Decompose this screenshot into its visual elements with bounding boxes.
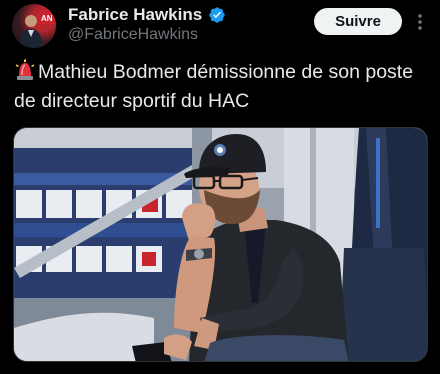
follow-button[interactable]: Suivre <box>314 8 402 35</box>
author-avatar[interactable]: AN <box>12 4 56 48</box>
police-siren-icon <box>15 59 35 80</box>
author-display-name[interactable]: Fabrice Hawkins <box>68 5 202 25</box>
more-vertical-icon[interactable] <box>410 12 430 32</box>
tweet-text: Mathieu Bodmer démissionne de son poste … <box>14 58 426 116</box>
photo-scene <box>14 128 427 361</box>
tweet-photo[interactable] <box>13 127 428 362</box>
author-handle[interactable]: @FabriceHawkins <box>68 26 198 44</box>
svg-text:AN: AN <box>41 14 53 23</box>
tweet-body: Mathieu Bodmer démissionne de son poste … <box>14 61 414 112</box>
verified-badge-icon <box>209 7 225 23</box>
avatar-photo: AN <box>20 10 56 48</box>
tweet-card: AN Fabrice Hawkins @FabriceHawkins Suivr… <box>0 0 440 374</box>
